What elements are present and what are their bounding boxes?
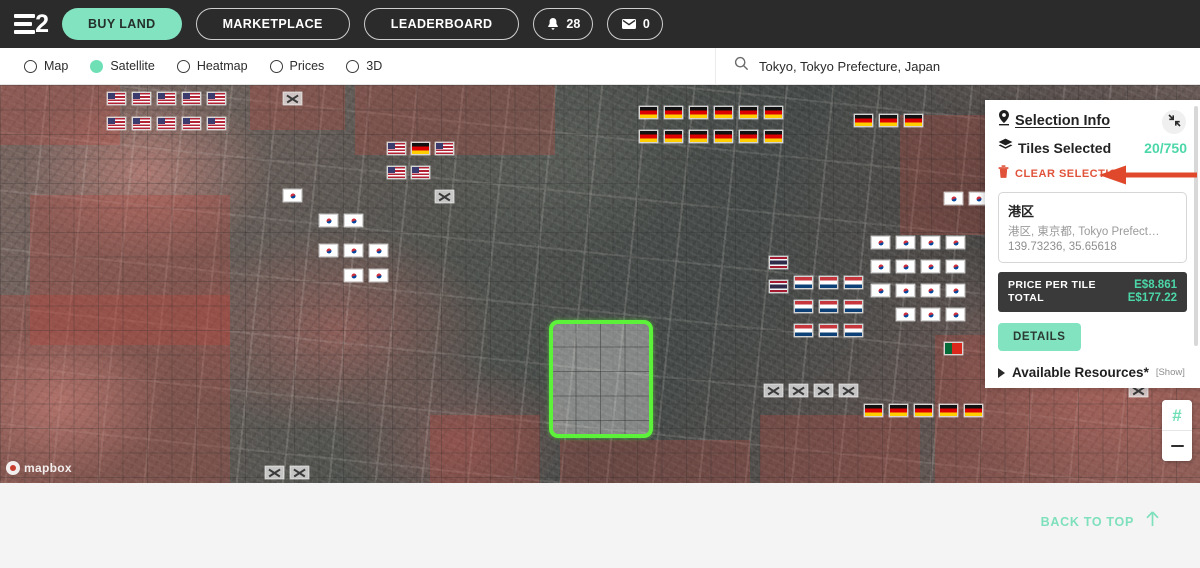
collapse-arrows-icon	[1167, 114, 1181, 130]
notifications-count: 28	[566, 17, 581, 31]
page-footer: BACK TO TOP	[0, 483, 1200, 568]
tiles-selected-value: 20/750	[1144, 139, 1187, 156]
top-navigation-bar: 2 BUY LAND MARKETPLACE LEADERBOARD 28 0	[0, 0, 1200, 48]
layer-label-satellite: Satellite	[110, 59, 155, 73]
messages-button[interactable]: 0	[607, 8, 664, 40]
messages-count: 0	[642, 17, 650, 31]
available-resources-label: Available Resources*	[1012, 365, 1149, 380]
radio-circle-icon	[346, 59, 360, 73]
layer-label-prices: Prices	[289, 59, 325, 73]
price-per-tile-value: E$8.861	[1134, 279, 1177, 291]
mapbox-attribution[interactable]: mapbox	[6, 461, 72, 475]
buy-land-label: BUY LAND	[88, 17, 156, 31]
back-to-top-button[interactable]: BACK TO TOP	[1041, 511, 1160, 532]
selection-info-panel: Selection Info Tiles Selected 20/750 CLE…	[985, 100, 1200, 388]
location-coordinates: 139.73236, 35.65618	[1008, 241, 1117, 253]
clear-selection-button[interactable]: CLEAR SELECTION	[998, 165, 1187, 183]
earth2-land-map-page: 2 BUY LAND MARKETPLACE LEADERBOARD 28 0 …	[0, 0, 1200, 568]
minus-icon	[1170, 444, 1184, 448]
search-input[interactable]	[759, 58, 1159, 74]
layer-option-map[interactable]: Map	[24, 59, 68, 73]
panel-header: Selection Info	[998, 110, 1187, 131]
marketplace-label: MARKETPLACE	[222, 17, 323, 31]
grid-toggle-button[interactable]: #	[1162, 400, 1192, 430]
leaderboard-button[interactable]: LEADERBOARD	[363, 8, 520, 40]
location-card[interactable]: 港区 港区, 東京都, Tokyo Prefect… 139.73236, 35…	[998, 192, 1187, 263]
hash-grid-icon: #	[1172, 405, 1182, 425]
radio-circle-icon	[24, 59, 37, 73]
layers-icon	[998, 138, 1013, 157]
back-to-top-label: BACK TO TOP	[1040, 514, 1134, 529]
tile-selection-rectangle[interactable]	[549, 320, 653, 438]
search-icon	[734, 56, 749, 76]
location-subtitle: 港区, 東京都, Tokyo Prefect…	[1008, 226, 1160, 238]
collapse-panel-button[interactable]	[1162, 110, 1186, 134]
bell-icon	[546, 17, 560, 32]
layer-option-satellite[interactable]: Satellite	[90, 59, 155, 73]
radio-circle-filled-icon	[90, 59, 104, 73]
mapbox-logo-icon	[6, 461, 20, 475]
total-label: TOTAL	[1008, 292, 1045, 304]
price-per-tile-row: PRICE PER TILE E$8.861	[1008, 279, 1177, 291]
pricing-summary: PRICE PER TILE E$8.861 TOTAL E$177.22	[998, 272, 1187, 312]
leaderboard-label: LEADERBOARD	[390, 17, 493, 31]
layer-option-3d[interactable]: 3D	[346, 59, 382, 73]
clear-selection-label: CLEAR SELECTION	[1015, 168, 1127, 180]
panel-title: Selection Info	[1015, 112, 1111, 129]
layer-label-map: Map	[44, 59, 69, 73]
total-row: TOTAL E$177.22	[1008, 292, 1177, 304]
e2-logo-icon[interactable]: 2	[14, 9, 49, 39]
map-layer-toolbar: Map Satellite Heatmap Prices 3D	[0, 48, 1200, 85]
buy-land-button[interactable]: BUY LAND	[62, 8, 182, 40]
layer-label-heatmap: Heatmap	[196, 59, 248, 73]
caret-right-icon	[998, 367, 1005, 378]
price-per-tile-label: PRICE PER TILE	[1008, 279, 1096, 291]
notifications-button[interactable]: 28	[533, 8, 594, 40]
envelope-icon	[621, 18, 637, 30]
location-name: 港区	[1008, 204, 1035, 219]
panel-scrollbar[interactable]	[1194, 106, 1198, 346]
marketplace-button[interactable]: MARKETPLACE	[195, 8, 350, 40]
radio-circle-icon	[176, 59, 190, 73]
layer-label-3d: 3D	[366, 59, 383, 73]
available-resources-toggle[interactable]: Available Resources* [Show]	[998, 365, 1187, 380]
radio-circle-icon	[269, 59, 283, 73]
mapbox-label: mapbox	[24, 461, 72, 475]
arrow-up-icon	[1145, 511, 1160, 532]
location-search-container	[715, 48, 1200, 84]
available-resources-show-link[interactable]: [Show]	[1156, 367, 1185, 378]
selection-tile-grid	[553, 324, 649, 434]
layer-option-prices[interactable]: Prices	[269, 59, 325, 73]
total-value: E$177.22	[1127, 292, 1177, 304]
map-pin-icon	[998, 110, 1010, 131]
trash-icon	[998, 165, 1009, 183]
map-controls: #	[1162, 400, 1192, 461]
details-button[interactable]: DETAILS	[998, 323, 1081, 351]
tiles-selected-label: Tiles Selected	[1018, 139, 1112, 156]
layer-option-heatmap[interactable]: Heatmap	[176, 59, 248, 73]
tiles-selected-row: Tiles Selected 20/750	[998, 138, 1187, 157]
zoom-out-button[interactable]	[1162, 431, 1192, 461]
layer-radio-group: Map Satellite Heatmap Prices 3D	[0, 59, 382, 73]
